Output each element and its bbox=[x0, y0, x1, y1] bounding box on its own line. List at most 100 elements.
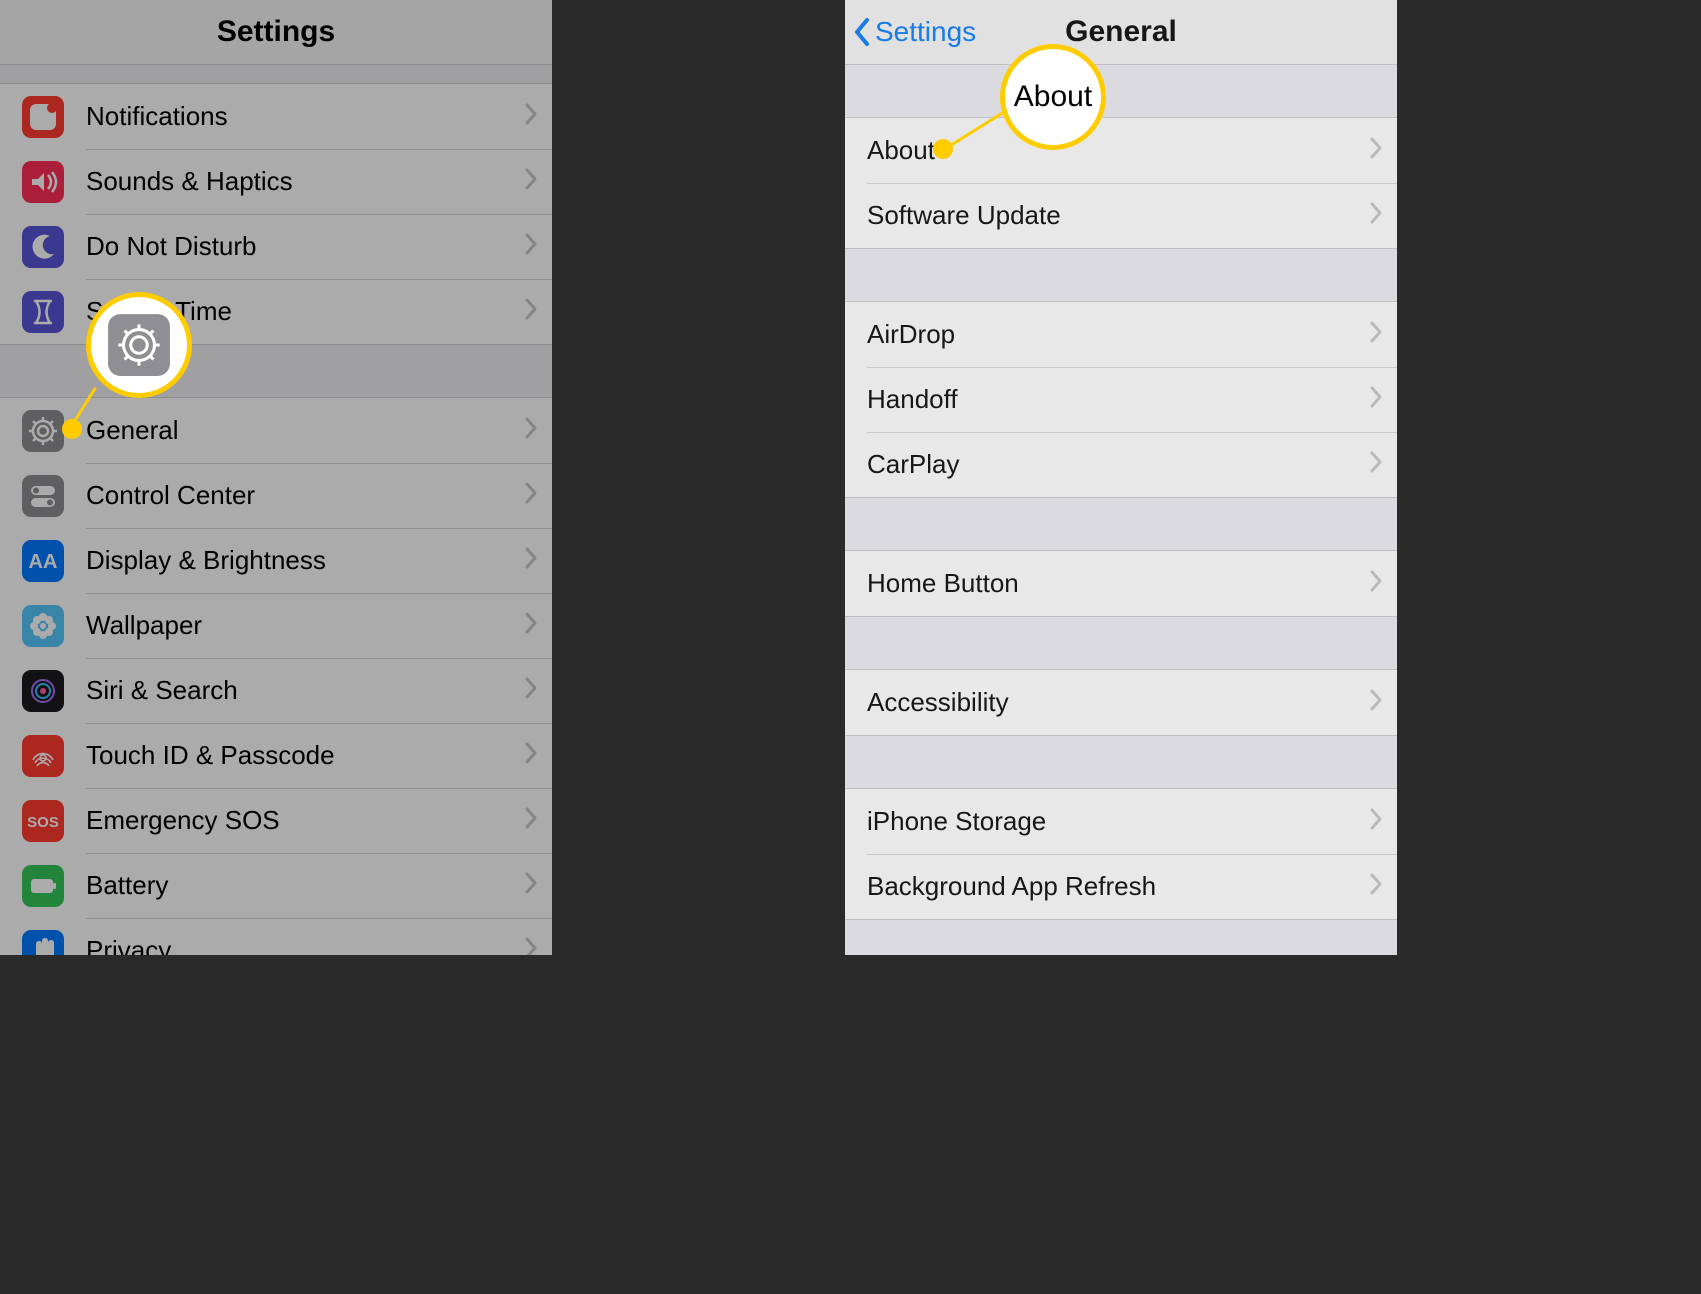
row-label: iPhone Storage bbox=[867, 806, 1369, 837]
settings-row-siri-search[interactable]: Siri & Search bbox=[0, 658, 552, 723]
page-title: General bbox=[1065, 15, 1177, 49]
sos-icon: SOS bbox=[22, 800, 64, 842]
page-title: Settings bbox=[217, 15, 335, 49]
chevron-right-icon bbox=[524, 416, 538, 445]
row-label: Display & Brightness bbox=[86, 545, 524, 576]
row-label: Software Update bbox=[867, 200, 1369, 231]
gear-icon bbox=[106, 312, 172, 378]
battery-icon bbox=[22, 865, 64, 907]
chevron-right-icon bbox=[524, 676, 538, 705]
row-label: Home Button bbox=[867, 568, 1369, 599]
general-row-iphone-storage[interactable]: iPhone Storage bbox=[845, 789, 1397, 854]
aa-icon: AA bbox=[22, 540, 64, 582]
settings-row-display-brightness[interactable]: AA Display & Brightness bbox=[0, 528, 552, 593]
row-label: Battery bbox=[86, 870, 524, 901]
svg-text:SOS: SOS bbox=[27, 814, 59, 831]
chevron-right-icon bbox=[524, 806, 538, 835]
settings-row-emergency-sos[interactable]: SOS Emergency SOS bbox=[0, 788, 552, 853]
general-callout bbox=[86, 292, 192, 398]
row-label: Control Center bbox=[86, 480, 524, 511]
general-pane: Settings General About Software Update Air… bbox=[845, 0, 1397, 955]
chevron-right-icon bbox=[524, 481, 538, 510]
chevron-right-icon bbox=[524, 232, 538, 261]
chevron-right-icon bbox=[1369, 320, 1383, 349]
general-group: iPhone Storage Background App Refresh bbox=[845, 788, 1397, 920]
row-label: Sounds & Haptics bbox=[86, 166, 524, 197]
chevron-right-icon bbox=[1369, 385, 1383, 414]
chevron-right-icon bbox=[1369, 450, 1383, 479]
row-label: Siri & Search bbox=[86, 675, 524, 706]
general-row-accessibility[interactable]: Accessibility bbox=[845, 670, 1397, 735]
row-label: Accessibility bbox=[867, 687, 1369, 718]
settings-group: General Control Center AA Display & Brightn… bbox=[0, 397, 552, 955]
settings-group: Notifications Sounds & Haptics Do Not Dist… bbox=[0, 83, 552, 345]
chevron-right-icon bbox=[1369, 872, 1383, 901]
chevron-right-icon bbox=[524, 936, 538, 955]
chevron-left-icon bbox=[853, 17, 871, 47]
settings-row-privacy[interactable]: Privacy bbox=[0, 918, 552, 955]
chevron-right-icon bbox=[524, 546, 538, 575]
settings-row-sounds-haptics[interactable]: Sounds & Haptics bbox=[0, 149, 552, 214]
row-label: Wallpaper bbox=[86, 610, 524, 641]
callout-dot bbox=[62, 419, 82, 439]
callout-dot bbox=[933, 139, 953, 159]
moon-icon bbox=[22, 226, 64, 268]
pane-gap bbox=[552, 0, 699, 1294]
row-label: Do Not Disturb bbox=[86, 231, 524, 262]
settings-row-screen-time[interactable]: Screen Time bbox=[0, 279, 552, 344]
row-label: Notifications bbox=[86, 101, 524, 132]
general-row-carplay[interactable]: CarPlay bbox=[845, 432, 1397, 497]
row-label: Handoff bbox=[867, 384, 1369, 415]
row-label: General bbox=[86, 415, 524, 446]
switches-icon bbox=[22, 475, 64, 517]
about-callout: About bbox=[1000, 44, 1106, 150]
settings-row-touch-id-passcode[interactable]: Touch ID & Passcode bbox=[0, 723, 552, 788]
general-group: About Software Update bbox=[845, 117, 1397, 249]
chevron-right-icon bbox=[1369, 569, 1383, 598]
row-label: CarPlay bbox=[867, 449, 1369, 480]
general-group: Accessibility bbox=[845, 669, 1397, 736]
settings-row-battery[interactable]: Battery bbox=[0, 853, 552, 918]
chevron-right-icon bbox=[524, 871, 538, 900]
general-row-handoff[interactable]: Handoff bbox=[845, 367, 1397, 432]
fingerprint-icon bbox=[22, 735, 64, 777]
row-label: AirDrop bbox=[867, 319, 1369, 350]
back-button[interactable]: Settings bbox=[853, 0, 976, 64]
chevron-right-icon bbox=[524, 102, 538, 131]
chevron-right-icon bbox=[524, 167, 538, 196]
siri-icon bbox=[22, 670, 64, 712]
settings-row-wallpaper[interactable]: Wallpaper bbox=[0, 593, 552, 658]
settings-row-notifications[interactable]: Notifications bbox=[0, 84, 552, 149]
general-group: AirDrop Handoff CarPlay bbox=[845, 301, 1397, 498]
settings-row-do-not-disturb[interactable]: Do Not Disturb bbox=[0, 214, 552, 279]
general-row-home-button[interactable]: Home Button bbox=[845, 551, 1397, 616]
general-row-software-update[interactable]: Software Update bbox=[845, 183, 1397, 248]
general-row-airdrop[interactable]: AirDrop bbox=[845, 302, 1397, 367]
hand-icon bbox=[22, 930, 64, 956]
general-group: Home Button bbox=[845, 550, 1397, 617]
general-row-background-app-refresh[interactable]: Background App Refresh bbox=[845, 854, 1397, 919]
chevron-right-icon bbox=[1369, 807, 1383, 836]
chevron-right-icon bbox=[1369, 136, 1383, 165]
settings-pane: Settings Notifications Sounds & Haptics Do… bbox=[0, 0, 552, 955]
callout-text: About bbox=[1014, 80, 1092, 114]
row-label: Privacy bbox=[86, 935, 524, 955]
chevron-right-icon bbox=[1369, 688, 1383, 717]
chevron-right-icon bbox=[524, 741, 538, 770]
chevron-right-icon bbox=[524, 297, 538, 326]
back-label: Settings bbox=[875, 16, 976, 48]
general-row-about[interactable]: About bbox=[845, 118, 1397, 183]
navbar: Settings General bbox=[845, 0, 1397, 65]
chevron-right-icon bbox=[524, 611, 538, 640]
row-label: Touch ID & Passcode bbox=[86, 740, 524, 771]
notifications-icon bbox=[22, 96, 64, 138]
hourglass-icon bbox=[22, 291, 64, 333]
flower-icon bbox=[22, 605, 64, 647]
svg-text:AA: AA bbox=[29, 551, 58, 573]
row-label: Emergency SOS bbox=[86, 805, 524, 836]
row-label: Background App Refresh bbox=[867, 871, 1369, 902]
settings-row-control-center[interactable]: Control Center bbox=[0, 463, 552, 528]
chevron-right-icon bbox=[1369, 201, 1383, 230]
sounds-icon bbox=[22, 161, 64, 203]
gear-icon bbox=[22, 410, 64, 452]
